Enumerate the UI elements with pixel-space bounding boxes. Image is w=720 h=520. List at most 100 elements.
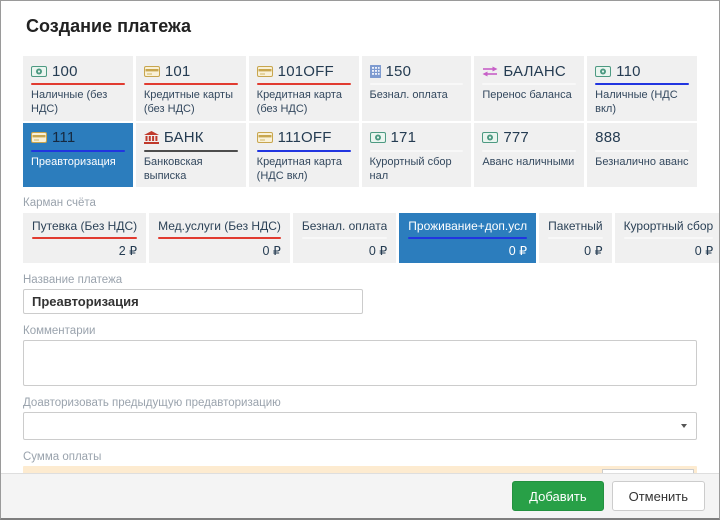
- bank-icon: [144, 131, 159, 144]
- tile-head: 111OFF: [257, 129, 351, 147]
- payment-method-tile[interactable]: 777Аванс наличными: [474, 123, 584, 188]
- tile-head: 777: [482, 129, 576, 147]
- chevron-down-icon: [681, 424, 687, 428]
- tile-head: 171: [370, 129, 464, 147]
- preauth-select[interactable]: [23, 412, 697, 440]
- pocket-tile[interactable]: Курортный сбор 0 ₽: [615, 213, 720, 263]
- preauth-select-wrap: [23, 412, 697, 440]
- tile-head: 100: [31, 62, 125, 80]
- tile-head: 150: [370, 62, 464, 80]
- pocket-name: Пакетный: [548, 219, 602, 233]
- pocket-tile[interactable]: Путевка (Без НДС) 2 ₽: [23, 213, 146, 263]
- pocket-tile[interactable]: Пакетный 0 ₽: [539, 213, 611, 263]
- payment-method-code: 101: [165, 63, 191, 80]
- payment-method-tile[interactable]: БАНК Банковская выписка: [136, 123, 246, 188]
- payment-method-label: Кредитная карта (без НДС): [257, 88, 351, 117]
- dialog-title: Создание платежа: [1, 1, 719, 37]
- payment-method-tile[interactable]: БАЛАНСПеренос баланса: [474, 56, 584, 121]
- tile-head: 888: [595, 129, 689, 147]
- payment-method-code: 150: [386, 63, 412, 80]
- tile-head: 110: [595, 62, 689, 80]
- banknote-icon: [31, 66, 47, 77]
- payment-method-code: 171: [391, 129, 417, 146]
- payment-method-tile[interactable]: 100 Наличные (без НДС): [23, 56, 133, 121]
- tile-underline: [31, 150, 125, 152]
- tile-underline: [370, 150, 464, 152]
- credit-card-icon: [257, 132, 273, 143]
- tile-underline: [144, 83, 238, 85]
- pocket-amount: 0 ₽: [408, 243, 527, 258]
- tile-underline: [624, 237, 714, 239]
- payment-method-code: 111: [52, 129, 75, 146]
- sum-label: Сумма оплаты: [23, 451, 697, 463]
- payment-method-code: БАНК: [164, 129, 204, 146]
- payment-method-label: Безнал. оплата: [370, 88, 464, 102]
- payment-method-code: 110: [616, 63, 641, 80]
- tile-underline: [595, 150, 689, 152]
- building-icon: [370, 65, 381, 78]
- pocket-amount: 2 ₽: [32, 243, 137, 258]
- tile-head: 101OFF: [257, 62, 351, 80]
- pocket-name: Проживание+доп.усл: [408, 219, 527, 233]
- tile-underline: [548, 237, 602, 239]
- payment-method-label: Кредитная карта (НДС вкл): [257, 155, 351, 184]
- credit-card-icon: [257, 66, 273, 77]
- transfer-arrows-icon: [482, 66, 498, 77]
- tile-underline: [158, 237, 281, 239]
- tile-underline: [257, 150, 351, 152]
- payment-method-label: Банковская выписка: [144, 155, 238, 184]
- tile-underline: [408, 237, 527, 239]
- credit-card-icon: [144, 66, 160, 77]
- payment-method-code: 111OFF: [278, 129, 332, 146]
- payment-method-code: 888: [595, 129, 621, 146]
- payment-name-input[interactable]: [23, 289, 363, 314]
- payment-method-label: Курортный сбор нал: [370, 155, 464, 184]
- payment-method-code: 101OFF: [278, 63, 334, 80]
- tile-head: БАЛАНС: [482, 62, 576, 80]
- tile-underline: [302, 237, 387, 239]
- pocket-name: Курортный сбор: [624, 219, 714, 233]
- payment-method-tile[interactable]: 111OFF Кредитная карта (НДС вкл): [249, 123, 359, 188]
- comments-textarea[interactable]: [23, 340, 697, 386]
- payment-method-tile[interactable]: 150 Безнал. оплата: [362, 56, 472, 121]
- payment-method-tile[interactable]: 111 Преавторизация: [23, 123, 133, 188]
- payment-method-tile[interactable]: 110 Наличные (НДС вкл): [587, 56, 697, 121]
- payment-method-label: Безналично аванс: [595, 155, 689, 169]
- payment-method-label: Наличные (без НДС): [31, 88, 125, 117]
- pocket-grid: Путевка (Без НДС) 2 ₽ Мед.услуги (Без НДС)…: [23, 213, 697, 263]
- payment-method-tile[interactable]: 171 Курортный сбор нал: [362, 123, 472, 188]
- pocket-amount: 0 ₽: [158, 243, 281, 258]
- payment-method-label: Наличные (НДС вкл): [595, 88, 689, 117]
- tile-head: БАНК: [144, 129, 238, 147]
- pocket-name: Мед.услуги (Без НДС): [158, 219, 281, 233]
- payment-method-tile[interactable]: 888 Безналично аванс: [587, 123, 697, 188]
- pocket-tile[interactable]: Безнал. оплата0 ₽: [293, 213, 396, 263]
- credit-card-icon: [31, 132, 47, 143]
- payment-name-label: Название платежа: [23, 274, 697, 286]
- tile-underline: [257, 83, 351, 85]
- pocket-tile[interactable]: Проживание+доп.усл 0 ₽: [399, 213, 536, 263]
- add-button[interactable]: Добавить: [512, 481, 603, 511]
- banknote-icon: [482, 132, 498, 143]
- pocket-section-label: Карман счёта: [23, 197, 697, 209]
- tile-head: 111: [31, 129, 125, 147]
- pocket-amount: 0 ₽: [624, 243, 714, 258]
- pocket-name: Путевка (Без НДС): [32, 219, 137, 233]
- pocket-amount: 0 ₽: [548, 243, 602, 258]
- payment-method-label: Преавторизация: [31, 155, 125, 169]
- banknote-icon: [595, 66, 611, 77]
- payment-method-tile[interactable]: 101OFF Кредитная карта (без НДС): [249, 56, 359, 121]
- pocket-amount: 0 ₽: [302, 243, 387, 258]
- dialog-footer: Добавить Отменить: [1, 473, 719, 518]
- preauth-row: Доавторизовать предыдущую предавторизаци…: [23, 397, 697, 440]
- pocket-tile[interactable]: Мед.услуги (Без НДС) 0 ₽: [149, 213, 290, 263]
- tile-underline: [32, 237, 137, 239]
- tile-underline: [482, 83, 576, 85]
- cancel-button[interactable]: Отменить: [612, 481, 705, 511]
- comments-row: Комментарии: [23, 325, 697, 386]
- comments-label: Комментарии: [23, 325, 697, 337]
- tile-underline: [31, 83, 125, 85]
- payment-method-tile[interactable]: 101Кредитные карты (без НДС): [136, 56, 246, 121]
- payment-name-row: Название платежа: [23, 274, 697, 314]
- payment-method-code: 100: [52, 63, 78, 80]
